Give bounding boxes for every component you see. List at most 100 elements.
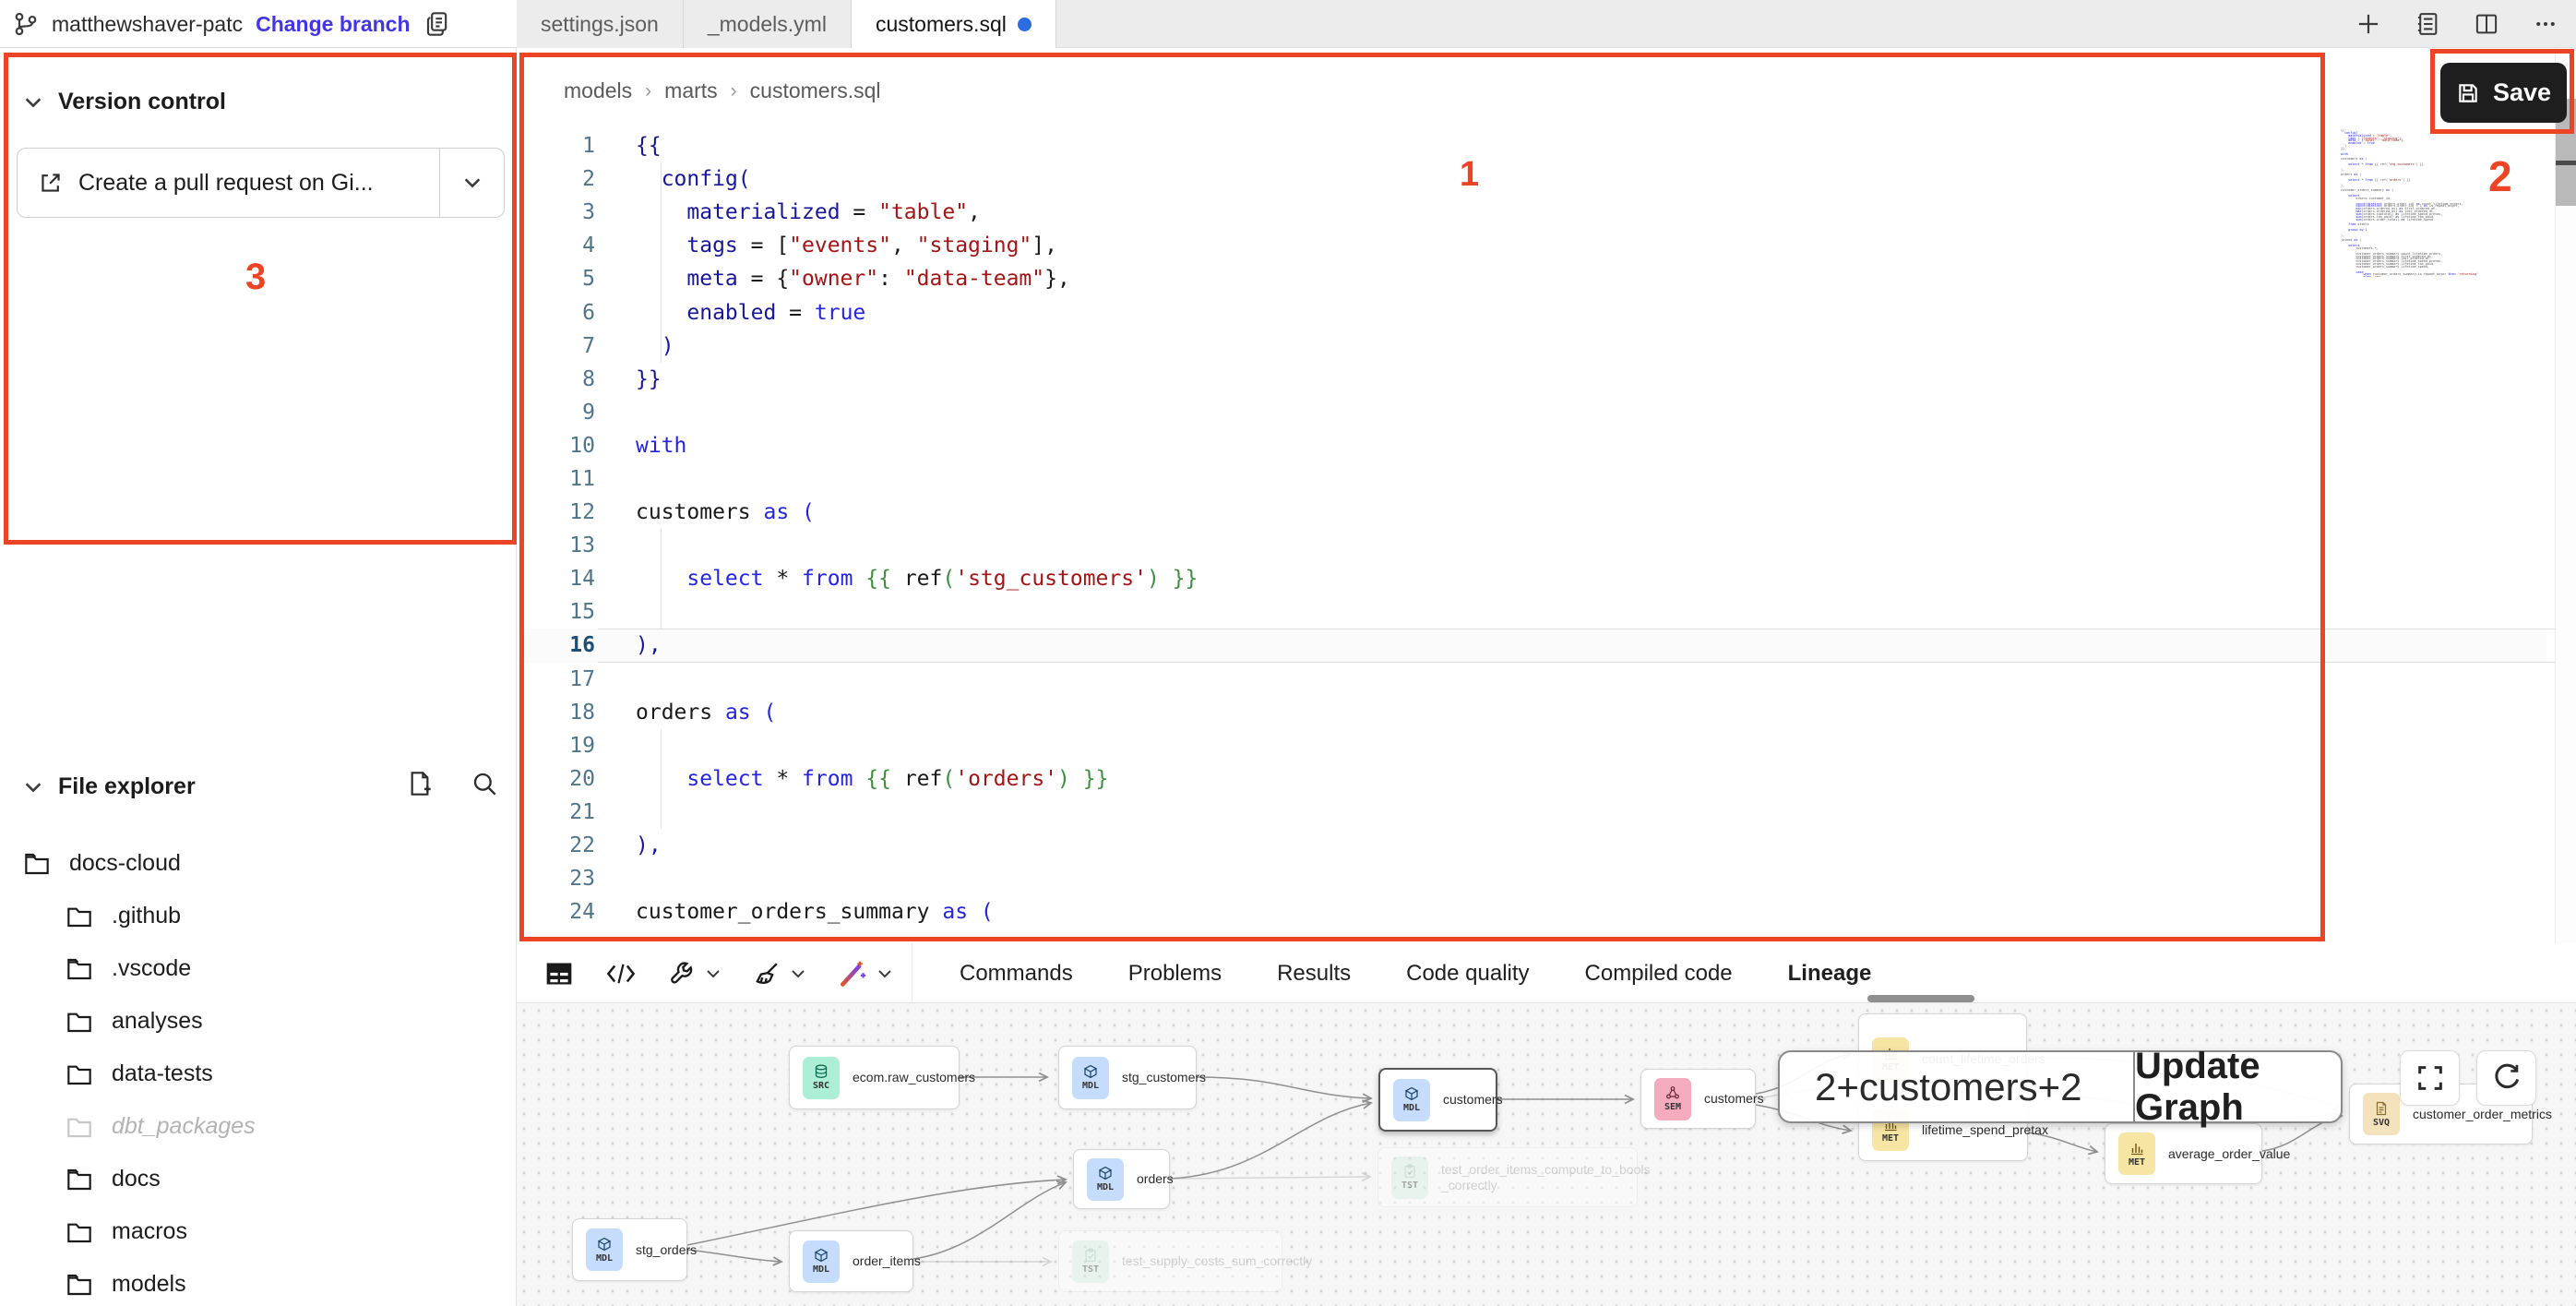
code-line-13[interactable]: 13: [517, 529, 2546, 562]
code-line-4[interactable]: 4 tags = ["events", "staging"],: [517, 229, 2546, 262]
line-number: 10: [517, 434, 595, 458]
save-button[interactable]: Save: [2440, 63, 2567, 123]
tree-item-analyses[interactable]: analyses: [0, 995, 515, 1048]
lineage-node-average-order-value[interactable]: METaverage_order_value: [2105, 1123, 2262, 1184]
lineage-node-test-order-items[interactable]: TSTtest_order_items_compute_to_bools_cor…: [1377, 1147, 1638, 1207]
panel-tab-lineage[interactable]: Lineage: [1788, 961, 1872, 987]
file-explorer-header[interactable]: File explorer: [23, 773, 196, 800]
code-line-17[interactable]: 17: [517, 663, 2546, 696]
code-line-22[interactable]: 22),: [517, 829, 2546, 862]
tree-item-data-tests[interactable]: data-tests: [0, 1048, 515, 1100]
table-icon[interactable]: [544, 959, 574, 988]
version-control-header[interactable]: Version control: [23, 89, 226, 115]
lineage-node-stg-orders[interactable]: MDLstg_orders: [572, 1218, 687, 1281]
lineage-node-orders-model[interactable]: MDLorders: [1073, 1149, 1170, 1209]
magic-pen-icon[interactable]: [838, 959, 893, 988]
ellipsis-icon[interactable]: [2532, 10, 2559, 38]
file-explorer-title: File explorer: [58, 773, 196, 800]
code-line-18[interactable]: 18orders as (: [517, 696, 2546, 729]
panel-tab-problems[interactable]: Problems: [1128, 961, 1222, 987]
plus-icon[interactable]: [2355, 10, 2382, 38]
panel-tab-results[interactable]: Results: [1277, 961, 1351, 987]
code-line-24[interactable]: 24customer_orders_summary as (: [517, 895, 2546, 929]
broom-icon[interactable]: [753, 960, 806, 988]
tree-item-label: dbt_packages: [112, 1113, 256, 1140]
scrollbar-current-line-marker: [2556, 161, 2576, 165]
code-area[interactable]: 1{{2 config(3 materialized = "table",4 t…: [517, 129, 2546, 929]
fullscreen-button[interactable]: [2400, 1050, 2460, 1106]
code-icon[interactable]: [605, 960, 637, 988]
tab-settings-json[interactable]: settings.json: [517, 0, 684, 48]
lineage-node-customers-model[interactable]: MDLcustomers: [1378, 1068, 1497, 1132]
code-line-3[interactable]: 3 materialized = "table",: [517, 196, 2546, 229]
tab-_models-yml[interactable]: _models.yml: [684, 0, 852, 48]
create-pr-dropdown[interactable]: [439, 149, 504, 217]
code-line-23[interactable]: 23: [517, 862, 2546, 895]
code-line-10[interactable]: 10with: [517, 429, 2546, 462]
lineage-node-ecom-raw-customers[interactable]: SRCecom.raw_customers: [789, 1046, 960, 1109]
code-line-8[interactable]: 8}}: [517, 363, 2546, 396]
tab-customers-sql[interactable]: customers.sql: [852, 0, 1056, 48]
code-line-6[interactable]: 6 enabled = true: [517, 295, 2546, 329]
minimap[interactable]: {{ config( materialized = "table", tags …: [2341, 129, 2481, 277]
code-line-19[interactable]: 19: [517, 729, 2546, 762]
folder-icon: [66, 1166, 93, 1193]
code-line-9[interactable]: 9: [517, 396, 2546, 429]
line-number: 2: [517, 167, 595, 191]
fullscreen-icon: [2415, 1062, 2446, 1094]
lineage-node-order-items[interactable]: MDLorder_items: [789, 1230, 913, 1292]
search-icon[interactable]: [471, 770, 498, 797]
tree-item-models[interactable]: models: [0, 1258, 515, 1306]
create-pr-button[interactable]: Create a pull request on Gi...: [17, 148, 505, 218]
code-line-21[interactable]: 21: [517, 796, 2546, 829]
code-line-5[interactable]: 5 meta = {"owner": "data-team"},: [517, 262, 2546, 295]
code-line-7[interactable]: 7 ): [517, 329, 2546, 363]
indent-guide: [661, 162, 662, 363]
tree-item-docs[interactable]: docs: [0, 1153, 515, 1205]
code-line-1[interactable]: 1{{: [517, 129, 2546, 162]
code-text: meta = {"owner": "data-team"},: [595, 267, 1070, 291]
tree-item-docs-cloud[interactable]: docs-cloud: [0, 837, 515, 890]
sem-badge-icon: SEM: [1654, 1078, 1691, 1120]
lineage-selector-input[interactable]: 2+customers+2: [1780, 1052, 2133, 1121]
panel-tab-commands[interactable]: Commands: [960, 961, 1073, 987]
editor-scrollbar[interactable]: [2555, 48, 2576, 943]
panel-tab-compiled-code[interactable]: Compiled code: [1585, 961, 1733, 987]
code-line-20[interactable]: 20 select * from {{ ref('orders') }}: [517, 762, 2546, 796]
code-line-16[interactable]: 16),: [517, 629, 2546, 662]
code-editor[interactable]: models›marts›customers.sql 1{{2 config(3…: [517, 48, 2576, 943]
update-graph-button[interactable]: Update Graph: [2133, 1052, 2341, 1121]
dbt-cloud-ide: matthewshaver-patc Change branch setting…: [0, 0, 2576, 1306]
code-line-12[interactable]: 12customers as (: [517, 496, 2546, 529]
panel-tab-code-quality[interactable]: Code quality: [1406, 961, 1529, 987]
code-line-14[interactable]: 14 select * from {{ ref('stg_customers')…: [517, 562, 2546, 595]
lineage-node-test-supply-costs[interactable]: TSTtest_supply_costs_sum_correctly: [1058, 1230, 1282, 1292]
tree-item-macros[interactable]: macros: [0, 1205, 515, 1258]
tree-item-label: docs: [112, 1166, 161, 1192]
wrench-icon[interactable]: [668, 960, 722, 988]
active-tab-underline: [1867, 995, 1974, 1002]
code-line-2[interactable]: 2 config(: [517, 162, 2546, 196]
copy-icon[interactable]: [423, 10, 451, 38]
split-pane-icon[interactable]: [2473, 10, 2500, 38]
line-number: 14: [517, 567, 595, 591]
breadcrumb-segment: models: [564, 78, 632, 103]
tree-item-label: .github: [112, 903, 181, 929]
code-text: select * from {{ ref('stg_customers') }}: [595, 567, 1198, 591]
code-line-11[interactable]: 11: [517, 462, 2546, 496]
line-number: 8: [517, 367, 595, 391]
create-pr-button-main[interactable]: Create a pull request on Gi...: [18, 149, 439, 217]
lineage-node-stg-customers[interactable]: MDLstg_customers: [1058, 1046, 1197, 1109]
bottom-toolbar: Commands Problems Results Code quality Compi…: [517, 943, 2576, 1003]
lineage-node-customers-semantic[interactable]: SEMcustomers: [1640, 1069, 1756, 1129]
line-number: 17: [517, 667, 595, 691]
tst-badge-icon: TST: [1072, 1240, 1109, 1283]
code-line-15[interactable]: 15: [517, 595, 2546, 629]
tree-item-dbt_packages[interactable]: dbt_packages: [0, 1100, 515, 1153]
new-file-icon[interactable]: [406, 770, 434, 797]
refresh-button[interactable]: [2476, 1050, 2536, 1106]
change-branch-link[interactable]: Change branch: [256, 12, 410, 37]
tree-item--github[interactable]: .github: [0, 890, 515, 942]
notebook-icon[interactable]: [2414, 10, 2441, 38]
tree-item--vscode[interactable]: .vscode: [0, 942, 515, 995]
